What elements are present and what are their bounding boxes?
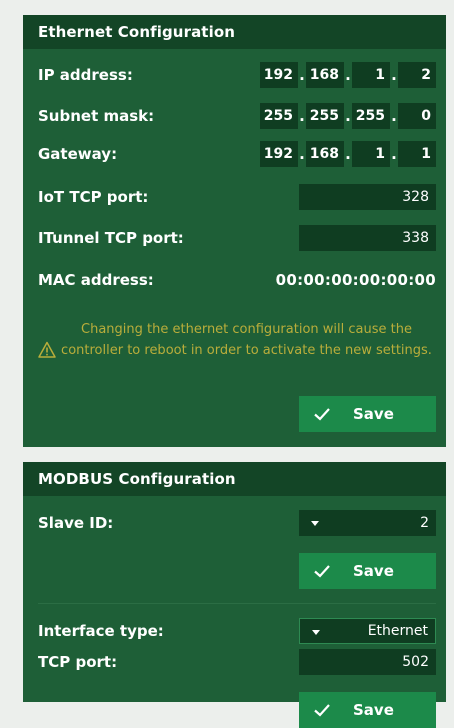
ethernet-config-panel: Ethernet Configuration IP address: 192 .… [23, 15, 446, 447]
ip-dot-separator: . [391, 66, 397, 84]
ip-address-label: IP address: [38, 66, 133, 84]
warning-text: Changing the ethernet configuration will… [61, 322, 432, 358]
slave-id-label: Slave ID: [38, 514, 114, 532]
tcp-port-label: TCP port: [38, 653, 118, 671]
subnet-octet-2[interactable]: 255 [306, 103, 344, 129]
reboot-warning: Changing the ethernet configuration will… [38, 319, 436, 385]
interface-type-value: Ethernet [367, 623, 428, 639]
tcp-port-row: TCP port: 502 [38, 649, 436, 675]
iot-tcp-port-row: IoT TCP port: 328 [38, 184, 436, 210]
slave-id-save-label: Save [353, 562, 394, 580]
itunnel-tcp-port-label: ITunnel TCP port: [38, 229, 184, 247]
ip-address-input: 192 . 168 . 1 . 2 [260, 62, 436, 88]
tcp-port-save-button[interactable]: Save [299, 692, 436, 728]
check-icon [314, 565, 330, 578]
ethernet-save-label: Save [353, 405, 394, 423]
mac-address-value: 00:00:00:00:00:00 [275, 271, 436, 289]
itunnel-tcp-port-input[interactable]: 338 [299, 225, 436, 251]
slave-id-row: Slave ID: 2 [38, 510, 436, 536]
gateway-dot-separator: . [299, 145, 305, 163]
interface-type-label: Interface type: [38, 622, 164, 640]
interface-type-dropdown[interactable]: Ethernet [299, 618, 436, 644]
subnet-dot-separator: . [391, 107, 397, 125]
caret-down-icon [312, 630, 320, 635]
warning-triangle-icon [38, 341, 56, 358]
gateway-octet-4[interactable]: 1 [398, 141, 436, 167]
gateway-dot-separator: . [345, 145, 351, 163]
gateway-dot-separator: . [391, 145, 397, 163]
gateway-octet-3[interactable]: 1 [352, 141, 390, 167]
check-icon [314, 408, 330, 421]
gateway-label: Gateway: [38, 145, 118, 163]
ip-dot-separator: . [345, 66, 351, 84]
iot-tcp-port-input[interactable]: 328 [299, 184, 436, 210]
ip-address-row: IP address: 192 . 168 . 1 . 2 [38, 62, 436, 88]
mac-address-row: MAC address: 00:00:00:00:00:00 [38, 267, 436, 293]
subnet-octet-4[interactable]: 0 [398, 103, 436, 129]
slave-id-save-button[interactable]: Save [299, 553, 436, 589]
subnet-mask-label: Subnet mask: [38, 107, 155, 125]
iot-tcp-port-label: IoT TCP port: [38, 188, 149, 206]
mac-address-label: MAC address: [38, 271, 154, 289]
itunnel-tcp-port-row: ITunnel TCP port: 338 [38, 225, 436, 251]
ip-dot-separator: . [299, 66, 305, 84]
modbus-config-panel: MODBUS Configuration Slave ID: 2 Save In… [23, 462, 446, 728]
ethernet-config-title: Ethernet Configuration [23, 15, 446, 49]
slave-id-dropdown[interactable]: 2 [299, 510, 436, 536]
subnet-mask-row: Subnet mask: 255 . 255 . 255 . 0 [38, 103, 436, 129]
gateway-octet-2[interactable]: 168 [306, 141, 344, 167]
subnet-octet-1[interactable]: 255 [260, 103, 298, 129]
caret-down-icon [311, 521, 319, 526]
tcp-port-save-label: Save [353, 701, 394, 719]
tcp-port-input[interactable]: 502 [299, 649, 436, 675]
ip-octet-3[interactable]: 1 [352, 62, 390, 88]
subnet-octet-3[interactable]: 255 [352, 103, 390, 129]
check-icon [314, 704, 330, 717]
gateway-octet-1[interactable]: 192 [260, 141, 298, 167]
subnet-dot-separator: . [345, 107, 351, 125]
interface-type-row: Interface type: Ethernet [38, 618, 436, 644]
subnet-dot-separator: . [299, 107, 305, 125]
gateway-row: Gateway: 192 . 168 . 1 . 1 [38, 141, 436, 167]
ip-octet-2[interactable]: 168 [306, 62, 344, 88]
modbus-config-title: MODBUS Configuration [23, 462, 446, 496]
ip-octet-1[interactable]: 192 [260, 62, 298, 88]
gateway-input: 192 . 168 . 1 . 1 [260, 141, 436, 167]
slave-id-value: 2 [420, 515, 429, 531]
ip-octet-4[interactable]: 2 [398, 62, 436, 88]
subnet-mask-input: 255 . 255 . 255 . 0 [260, 103, 436, 129]
section-divider [38, 603, 436, 604]
ethernet-save-button[interactable]: Save [299, 396, 436, 432]
